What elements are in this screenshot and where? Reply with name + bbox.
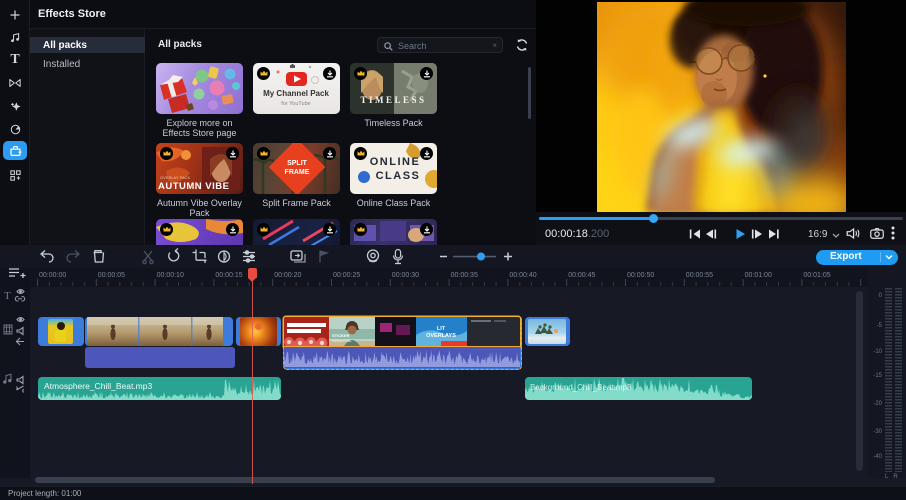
svg-text:LIT: LIT [437,326,446,332]
svg-text:00:01:05: 00:01:05 [803,272,830,279]
svg-text:TIMELESS: TIMELESS [360,95,426,105]
svg-text:00:00:50: 00:00:50 [627,272,654,279]
svg-text:00:00:20: 00:00:20 [274,272,301,279]
svg-text:00:00:35: 00:00:35 [451,272,478,279]
svg-text:ONLINE: ONLINE [370,156,421,168]
svg-text:00:00:45: 00:00:45 [568,272,595,279]
svg-text:00:01:00: 00:01:00 [745,272,772,279]
svg-text:OVERLAYS: OVERLAYS [426,333,456,339]
svg-text:OVERLAY PACK: OVERLAY PACK [160,175,191,180]
svg-text:T: T [4,290,11,302]
svg-text:00:00:15: 00:00:15 [215,272,242,279]
svg-text:CLASS: CLASS [376,170,421,182]
svg-text:00:00:05: 00:00:05 [98,272,125,279]
svg-text:My Channel Pack: My Channel Pack [263,89,329,98]
svg-text:00:00:30: 00:00:30 [392,272,419,279]
svg-text:00:00:55: 00:00:55 [686,272,713,279]
svg-text:SPLIT: SPLIT [287,160,308,167]
svg-text:for YouTube: for YouTube [281,101,310,107]
svg-text:00:00:25: 00:00:25 [333,272,360,279]
svg-text:AUTUMN VIBE: AUTUMN VIBE [158,181,229,192]
svg-text:00:00:40: 00:00:40 [509,272,536,279]
svg-text:00:00:10: 00:00:10 [157,272,184,279]
svg-text:FRAME: FRAME [285,169,310,176]
svg-text:00:00:00: 00:00:00 [39,272,66,279]
svg-text:REMOVAL: REMOVAL [332,338,352,343]
